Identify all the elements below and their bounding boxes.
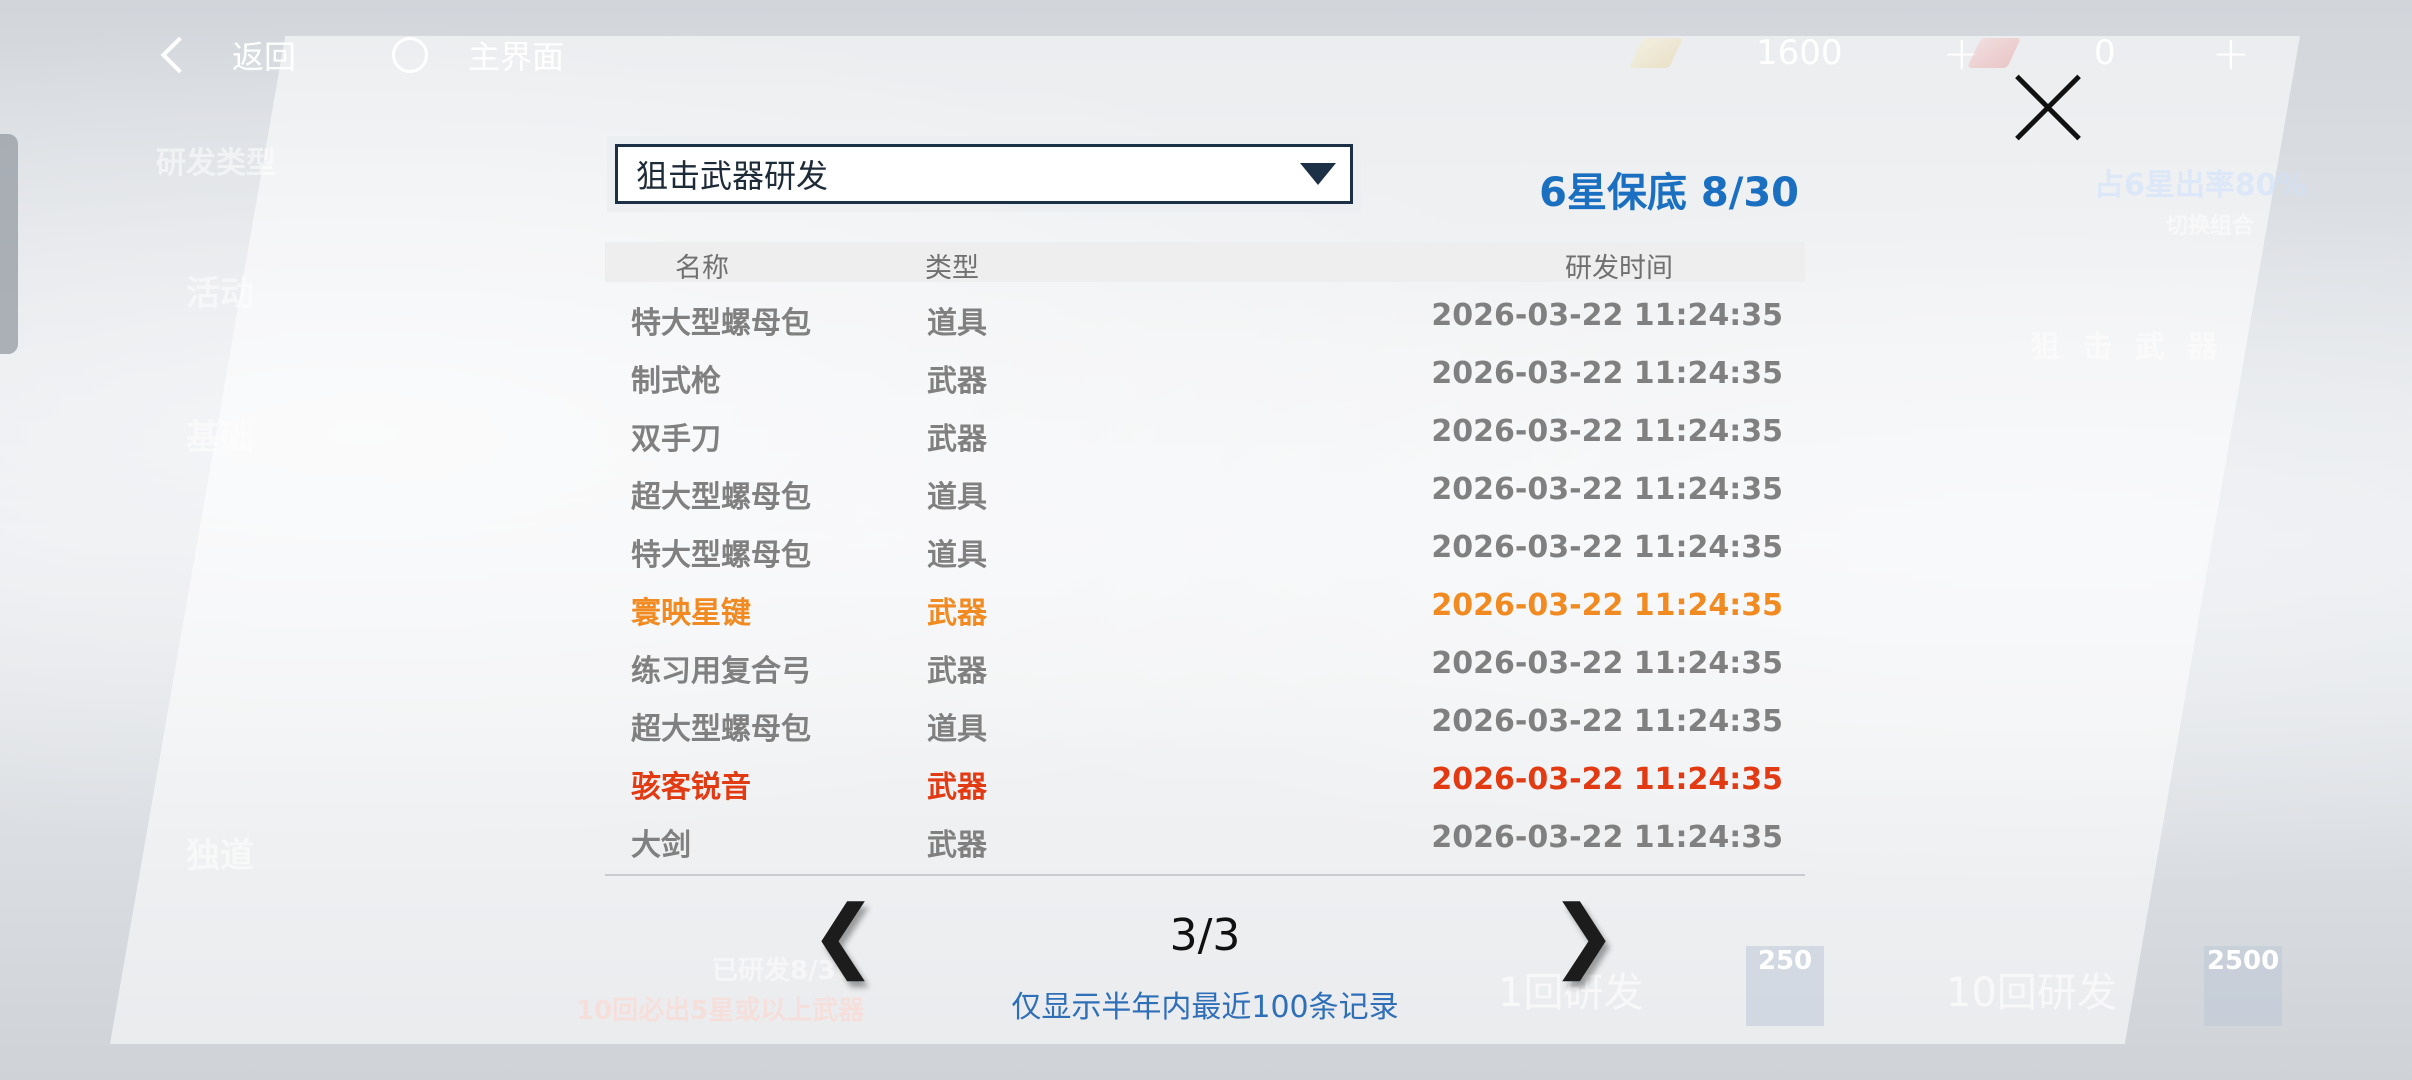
column-header-name: 名称	[675, 253, 729, 284]
row-type: 武器	[927, 422, 987, 457]
row-name: 超大型螺母包	[631, 712, 811, 747]
row-time: 2026-03-22 11:24:35	[1431, 414, 1783, 449]
dropdown-selected-value: 狙击武器研发	[636, 157, 829, 195]
currency1-value: 1600	[1756, 33, 1843, 73]
add-currency2-button[interactable]: +	[2212, 26, 2251, 80]
row-name: 双手刀	[631, 422, 721, 457]
records-note: 仅显示半年内最近100条记录	[1011, 990, 1399, 1025]
bg-rate-text: 占6星出率80%	[2094, 168, 2307, 203]
row-time: 2026-03-22 11:24:35	[1431, 588, 1783, 623]
bg-tab-basic: 基础	[186, 418, 254, 458]
row-time: 2026-03-22 11:24:35	[1431, 646, 1783, 681]
bg-sniper-weapon: 狙 击 武 器	[2030, 330, 2224, 365]
row-type: 道具	[927, 538, 987, 573]
row-name: 寰映星键	[631, 596, 751, 631]
table-row-orange-rarity: 寰映星键 武器 2026-03-22 11:24:35	[605, 578, 1805, 636]
pity-counter: 6星保底 8/30	[1539, 170, 1799, 216]
table-row: 双手刀 武器 2026-03-22 11:24:35	[605, 404, 1805, 462]
row-type: 道具	[927, 306, 987, 341]
row-name: 练习用复合弓	[631, 654, 811, 689]
side-handle[interactable]	[0, 134, 18, 354]
table-row: 特大型螺母包 道具 2026-03-22 11:24:35	[605, 520, 1805, 578]
row-time: 2026-03-22 11:24:35	[1431, 530, 1783, 565]
currency2-value: 0	[2094, 33, 2116, 73]
page-indicator: 3/3	[1169, 910, 1241, 961]
row-type: 道具	[927, 480, 987, 515]
ticket-currency-icon	[1967, 38, 2021, 68]
table-row-red-rarity: 骇客锐音 武器 2026-03-22 11:24:35	[605, 752, 1805, 810]
next-page-button[interactable]: ❯	[1550, 895, 1617, 975]
row-name: 特大型螺母包	[631, 538, 811, 573]
history-table: 特大型螺母包 道具 2026-03-22 11:24:35 制式枪 武器 202…	[605, 288, 1805, 868]
home-button[interactable]: 主界面	[392, 30, 564, 80]
table-row: 制式枪 武器 2026-03-22 11:24:35	[605, 346, 1805, 404]
bg-cost-10x: 2500	[2204, 946, 2282, 1026]
table-row: 超大型螺母包 道具 2026-03-22 11:24:35	[605, 462, 1805, 520]
row-type: 武器	[927, 654, 987, 689]
bg-research-10x-button[interactable]: 10回研发	[1946, 960, 2117, 1018]
row-type: 道具	[927, 712, 987, 747]
table-row: 练习用复合弓 武器 2026-03-22 11:24:35	[605, 636, 1805, 694]
research-type-dropdown[interactable]: 狙击武器研发	[615, 144, 1353, 204]
row-type: 武器	[927, 770, 987, 805]
row-time: 2026-03-22 11:24:35	[1431, 762, 1783, 797]
row-type: 武器	[927, 596, 987, 631]
column-header-type: 类型	[925, 253, 979, 284]
table-row: 超大型螺母包 道具 2026-03-22 11:24:35	[605, 694, 1805, 752]
bg-tab-activity: 活动	[186, 274, 254, 314]
row-name: 骇客锐音	[631, 770, 751, 805]
table-row: 特大型螺母包 道具 2026-03-22 11:24:35	[605, 288, 1805, 346]
table-bottom-divider	[605, 874, 1805, 876]
row-type: 武器	[927, 364, 987, 399]
row-name: 制式枪	[631, 364, 721, 399]
close-icon[interactable]	[2012, 72, 2084, 144]
column-header-time: 研发时间	[1565, 253, 1673, 284]
row-type: 武器	[927, 828, 987, 863]
row-time: 2026-03-22 11:24:35	[1431, 356, 1783, 391]
back-button[interactable]: 返回	[158, 30, 296, 80]
row-name: 特大型螺母包	[631, 306, 811, 341]
caret-down-icon	[1300, 163, 1336, 185]
bg-switch-combo[interactable]: 切换组合	[2166, 208, 2254, 240]
row-name: 大剑	[631, 828, 691, 863]
table-header: 名称 类型 研发时间	[605, 242, 1805, 284]
row-time: 2026-03-22 11:24:35	[1431, 704, 1783, 739]
bg-research-type: 研发类型	[156, 146, 276, 181]
pen-currency-icon	[1629, 38, 1683, 68]
table-row: 大剑 武器 2026-03-22 11:24:35	[605, 810, 1805, 868]
pagination: ❮ 3/3 ❯	[605, 890, 1805, 990]
back-label: 返回	[232, 38, 297, 76]
row-time: 2026-03-22 11:24:35	[1431, 298, 1783, 333]
row-time: 2026-03-22 11:24:35	[1431, 472, 1783, 507]
home-label: 主界面	[468, 38, 565, 76]
home-circle-icon	[392, 37, 428, 73]
row-name: 超大型螺母包	[631, 480, 811, 515]
chevron-left-icon	[160, 36, 198, 74]
currency-ticket: 0 +	[1967, 26, 2251, 80]
row-time: 2026-03-22 11:24:35	[1431, 820, 1783, 855]
bg-tab-exclusive: 独道	[186, 836, 254, 876]
research-history-dialog: 狙击武器研发 6星保底 8/30 名称 类型 研发时间 特大型螺母包 道具 20…	[605, 110, 1805, 1040]
currency-nuts: 1600 +	[1629, 26, 1981, 80]
